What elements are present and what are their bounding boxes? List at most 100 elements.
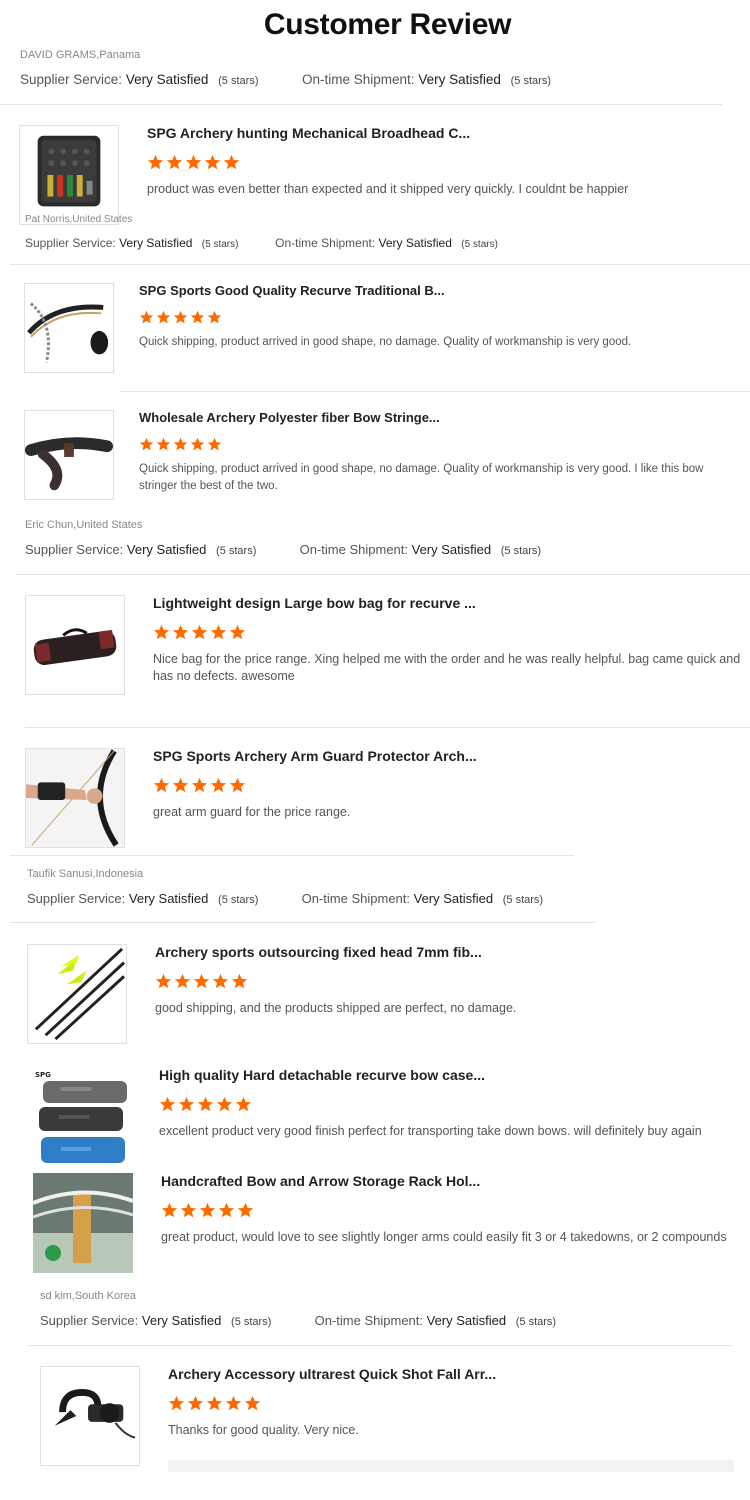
star-icon <box>173 310 188 325</box>
star-icon <box>225 1395 242 1412</box>
review-text: great product, would love to see slightl… <box>161 1230 727 1244</box>
divider <box>15 574 750 575</box>
review-text: Quick shipping, product arrived in good … <box>139 463 704 492</box>
review-text: Nice bag for the price range. Xing helpe… <box>153 652 741 683</box>
star-icon <box>173 437 188 452</box>
reviewer-name: DAVID GRAMS,Panama <box>20 49 141 61</box>
reviewer-name: Taufik Sanusi,Indonesia <box>27 868 144 880</box>
supplier-service-value: Very Satisfied <box>119 236 193 250</box>
star-rating <box>153 777 246 794</box>
supplier-service-label: Supplier Service: <box>20 72 123 87</box>
supplier-stars-count: (5 stars) <box>201 239 239 250</box>
ontime-shipment-label: On-time Shipment: <box>299 542 408 557</box>
rating-summary: Supplier Service: Very Satisfied (5 star… <box>25 236 498 250</box>
star-rating <box>153 624 246 641</box>
product-title[interactable]: Handcrafted Bow and Arrow Storage Rack H… <box>161 1173 480 1189</box>
reviewer-name: Eric Chun,United States <box>25 519 143 531</box>
review-text: Quick shipping, product arrived in good … <box>139 336 632 348</box>
star-rating <box>139 437 222 452</box>
page-title: Customer Review <box>263 8 512 41</box>
star-icon <box>235 1096 252 1113</box>
shipment-stars-count: (5 stars) <box>510 75 551 87</box>
review-text: product was even better than expected an… <box>147 182 629 196</box>
rating-summary: Supplier Service: Very Satisfied (5 star… <box>27 891 543 906</box>
rating-summary: Supplier Service: Very Satisfied (5 star… <box>25 542 541 557</box>
review-text: excellent product very good finish perfe… <box>159 1124 702 1138</box>
star-icon <box>153 624 170 641</box>
arrows-image[interactable] <box>27 944 127 1044</box>
product-title[interactable]: Archery sports outsourcing fixed head 7m… <box>155 944 482 960</box>
star-icon <box>212 973 229 990</box>
star-icon <box>193 973 210 990</box>
star-icon <box>191 624 208 641</box>
arrow-rest-image[interactable] <box>40 1366 140 1466</box>
review-text: great arm guard for the price range. <box>153 805 351 819</box>
star-icon <box>244 1395 261 1412</box>
supplier-stars-count: (5 stars) <box>218 894 259 906</box>
star-rating <box>147 154 240 171</box>
star-icon <box>204 154 221 171</box>
ontime-shipment-value: Very Satisfied <box>418 72 501 87</box>
reviewer-name: sd kim,South Korea <box>40 1290 136 1302</box>
bow-bag-image[interactable] <box>25 595 125 695</box>
ontime-shipment-label: On-time Shipment: <box>301 891 410 906</box>
shipment-stars-count: (5 stars) <box>502 894 544 906</box>
star-icon <box>147 154 164 171</box>
supplier-service-label: Supplier Service: <box>25 236 116 250</box>
star-icon <box>178 1096 195 1113</box>
arm-guard-image[interactable] <box>25 748 125 848</box>
divider <box>10 922 595 923</box>
star-icon <box>139 437 154 452</box>
ontime-shipment-label: On-time Shipment: <box>302 72 415 87</box>
star-icon <box>191 777 208 794</box>
reviewer-name: Pat Norris,United States <box>25 214 133 225</box>
star-icon <box>231 973 248 990</box>
star-icon <box>206 1395 223 1412</box>
product-title[interactable]: Wholesale Archery Polyester fiber Bow St… <box>139 410 440 425</box>
ontime-shipment-value: Very Satisfied <box>426 1313 507 1328</box>
star-icon <box>139 310 154 325</box>
supplier-stars-count: (5 stars) <box>218 75 259 87</box>
rating-summary: Supplier Service: Very Satisfied (5 star… <box>40 1313 556 1328</box>
product-title[interactable]: SPG Archery hunting Mechanical Broadhead… <box>147 125 470 141</box>
broadhead-case-image[interactable] <box>19 125 119 225</box>
product-title[interactable]: Lightweight design Large bow bag for rec… <box>153 595 476 611</box>
divider <box>0 104 722 105</box>
star-icon <box>156 310 171 325</box>
star-icon <box>153 777 170 794</box>
star-icon <box>166 154 183 171</box>
star-icon <box>156 437 171 452</box>
star-icon <box>237 1202 254 1219</box>
star-icon <box>207 310 222 325</box>
shipment-stars-count: (5 stars) <box>461 239 498 250</box>
star-icon <box>210 777 227 794</box>
product-title[interactable]: SPG Sports Good Quality Recurve Traditio… <box>139 283 445 298</box>
svg-text:SPG: SPG <box>35 1071 51 1079</box>
supplier-stars-count: (5 stars) <box>231 1316 272 1328</box>
star-icon <box>199 1202 216 1219</box>
bow-stringer-image[interactable] <box>24 410 114 500</box>
divider <box>10 855 574 856</box>
product-title[interactable]: High quality Hard detachable recurve bow… <box>159 1067 485 1083</box>
recurve-bow-image[interactable] <box>24 283 114 373</box>
supplier-service-label: Supplier Service: <box>27 891 126 906</box>
supplier-service-value: Very Satisfied <box>125 72 209 87</box>
star-icon <box>197 1096 214 1113</box>
bow-case-image[interactable]: SPG <box>31 1067 131 1167</box>
star-icon <box>161 1202 178 1219</box>
product-title[interactable]: Archery Accessory ultrarest Quick Shot F… <box>168 1366 496 1382</box>
star-icon <box>207 437 222 452</box>
shipment-stars-count: (5 stars) <box>500 545 542 557</box>
star-icon <box>172 777 189 794</box>
star-icon <box>187 1395 204 1412</box>
ontime-shipment-label: On-time Shipment: <box>314 1313 423 1328</box>
star-icon <box>190 310 205 325</box>
divider <box>25 727 750 728</box>
star-icon <box>218 1202 235 1219</box>
star-icon <box>172 624 189 641</box>
product-title[interactable]: SPG Sports Archery Arm Guard Protector A… <box>153 748 477 764</box>
input-area <box>168 1460 734 1472</box>
storage-rack-image[interactable] <box>33 1173 133 1273</box>
review-text: Thanks for good quality. Very nice. <box>168 1423 359 1437</box>
supplier-service-value: Very Satisfied <box>128 891 209 906</box>
